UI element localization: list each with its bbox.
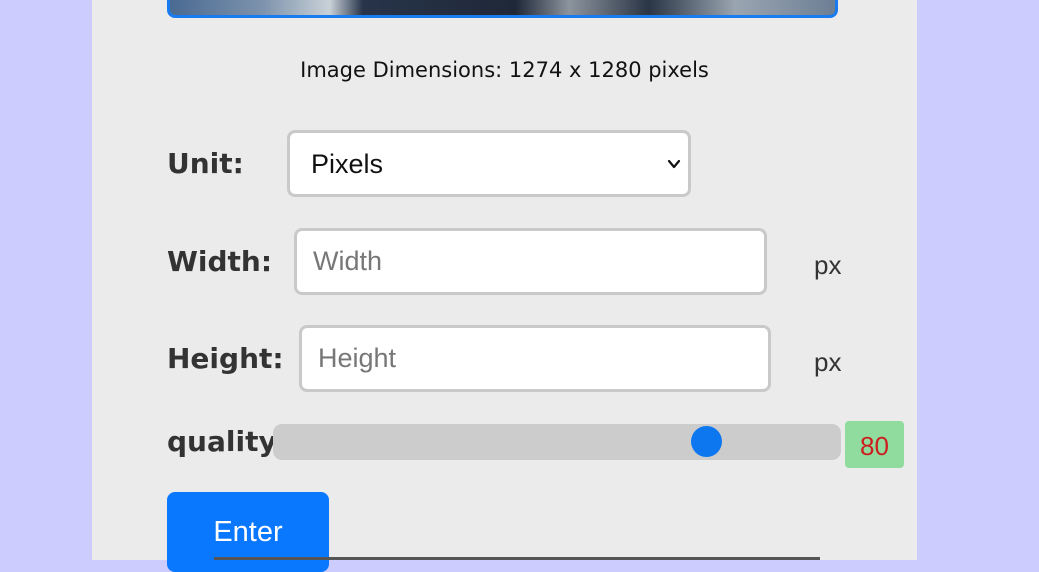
height-unit: px — [814, 347, 842, 377]
quality-label: quality: — [167, 425, 288, 458]
unit-select-value: Pixels — [311, 149, 384, 179]
image-dimensions-text: Image Dimensions: 1274 x 1280 pixels — [300, 58, 709, 82]
width-input[interactable] — [294, 228, 767, 295]
width-label: Width: — [167, 245, 273, 278]
quality-slider-track[interactable] — [273, 424, 841, 460]
height-label: Height: — [167, 342, 284, 375]
enter-button[interactable]: Enter — [167, 492, 329, 572]
chevron-down-icon — [667, 159, 681, 169]
unit-label: Unit: — [167, 147, 244, 180]
quality-value-badge: 80 — [845, 421, 904, 468]
width-unit: px — [814, 250, 842, 280]
height-input[interactable] — [299, 325, 771, 392]
unit-select[interactable]: Pixels — [287, 130, 691, 197]
image-preview — [167, 0, 838, 18]
quality-slider-thumb[interactable] — [691, 426, 722, 457]
